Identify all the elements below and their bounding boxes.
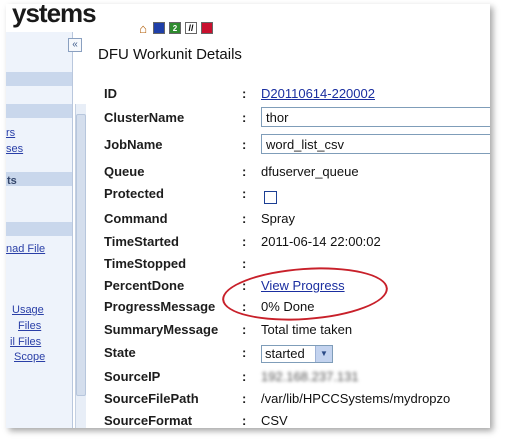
sourcefilepath-value: /var/lib/HPCCSystems/mydropzo (261, 391, 451, 406)
queue-label: Queue (104, 164, 145, 179)
sourceformat-label: SourceFormat (104, 413, 193, 428)
sidebar-link-upload-file[interactable]: nad File (6, 243, 45, 255)
hpcc-logo: ystems (12, 4, 97, 28)
blue-square-icon[interactable] (153, 22, 165, 34)
green-2-icon[interactable]: 2 (169, 22, 181, 34)
id-label: ID (104, 86, 117, 101)
top-header: ystems ⌂ 2 // (6, 4, 490, 35)
timestopped-label: TimeStopped (104, 256, 187, 271)
colon: : (242, 86, 247, 101)
sidebar-link-scope[interactable]: Scope (14, 351, 45, 363)
red-square-icon[interactable] (201, 22, 213, 34)
state-select[interactable]: started ▼ (261, 345, 333, 363)
sidebar-link[interactable]: rs (6, 127, 15, 139)
colon: : (242, 391, 247, 406)
summarymessage-value: Total time taken (261, 322, 353, 337)
queue-value: dfuserver_queue (261, 164, 359, 179)
sidebar-section-header (6, 104, 72, 118)
colon: : (242, 137, 247, 152)
colon: : (242, 369, 247, 384)
view-progress-link[interactable]: View Progress (261, 278, 345, 293)
colon: : (242, 256, 247, 271)
command-value: Spray (261, 211, 295, 226)
sourceformat-value: CSV (261, 413, 288, 428)
command-label: Command (104, 211, 168, 226)
colon: : (242, 234, 247, 249)
sidebar-link-logical-files[interactable]: il Files (10, 336, 41, 348)
workunit-id-link[interactable]: D20110614-220002 (261, 86, 375, 101)
progressmessage-label: ProgressMessage (104, 299, 216, 314)
colon: : (242, 299, 247, 314)
page-title: DFU Workunit Details (98, 46, 242, 63)
summarymessage-label: SummaryMessage (104, 322, 219, 337)
state-selected-value: started (265, 346, 305, 361)
state-label: State (104, 345, 136, 360)
collapse-sidebar-button[interactable]: « (68, 38, 82, 52)
sourceip-label: SourceIP (104, 369, 161, 384)
timestarted-value: 2011-06-14 22:00:02 (261, 234, 381, 249)
colon: : (242, 110, 247, 125)
colon: : (242, 413, 247, 428)
clustername-field[interactable] (261, 107, 490, 127)
annotation-ellipse (220, 262, 390, 326)
colon: : (242, 164, 247, 179)
protected-label: Protected (104, 186, 164, 201)
jobname-field[interactable] (261, 134, 490, 154)
sourceip-value: 192.168.237.131 (261, 369, 359, 384)
colon: : (242, 322, 247, 337)
protected-checkbox[interactable] (264, 191, 277, 204)
screenshot-frame: ystems ⌂ 2 // « rs ses ts nad File Usage… (0, 0, 506, 443)
home-icon[interactable]: ⌂ (137, 22, 149, 35)
jobname-label: JobName (104, 137, 163, 152)
sidebar-section-header (6, 222, 72, 236)
sidebar-section-header (6, 72, 72, 86)
clustername-label: ClusterName (104, 110, 185, 125)
sidebar-link-usage[interactable]: Usage (12, 304, 44, 316)
sidebar-item-current[interactable]: ts (7, 175, 17, 187)
percentdone-label: PercentDone (104, 278, 185, 293)
scrollbar-thumb[interactable] (76, 114, 86, 396)
colon: : (242, 278, 247, 293)
progressmessage-value: 0% Done (261, 299, 315, 314)
sidebar-link[interactable]: ses (6, 143, 23, 155)
timestarted-label: TimeStarted (104, 234, 179, 249)
toolbar: ⌂ 2 // (137, 22, 213, 35)
sidebar-link-files[interactable]: Files (18, 320, 41, 332)
slash-icon[interactable]: // (185, 22, 197, 34)
browser-viewport: ystems ⌂ 2 // « rs ses ts nad File Usage… (6, 4, 490, 428)
colon: : (242, 186, 247, 201)
sourcefilepath-label: SourceFilePath (104, 391, 199, 406)
colon: : (242, 211, 247, 226)
colon: : (242, 345, 247, 360)
chevron-down-icon[interactable]: ▼ (315, 346, 332, 362)
